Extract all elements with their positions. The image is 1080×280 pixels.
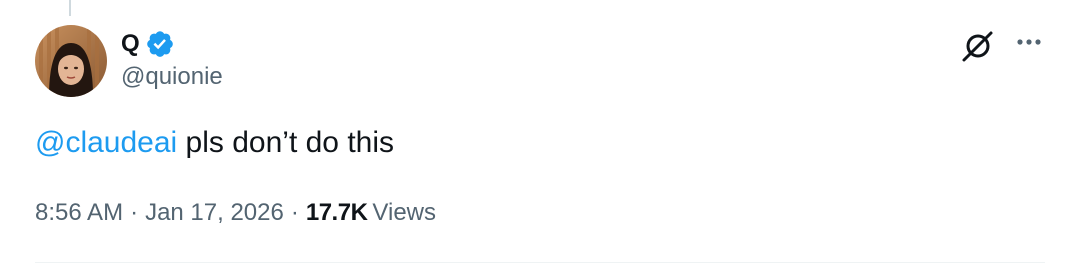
more-horizontal-icon	[1017, 39, 1041, 45]
verified-badge-icon[interactable]	[145, 29, 175, 59]
mention-link[interactable]: @claudeai	[35, 126, 177, 159]
meta-separator: ·	[290, 199, 299, 226]
tweet-text: @claudeai pls don’t do this	[35, 124, 394, 162]
author-display-name[interactable]: Q	[121, 30, 140, 58]
avatar-image	[35, 25, 107, 97]
author-name-row: Q	[121, 28, 175, 60]
grok-icon[interactable]	[958, 26, 998, 66]
thread-connector-line	[69, 0, 71, 16]
avatar[interactable]	[35, 25, 107, 97]
tweet-time[interactable]: 8:56 AM	[35, 197, 123, 229]
author-handle[interactable]: @quionie	[121, 63, 223, 91]
meta-separator: ·	[130, 199, 139, 226]
divider	[35, 262, 1045, 263]
views-count[interactable]: 17.7K	[306, 197, 368, 229]
tweet-meta: 8:56 AM · Jan 17, 2026 · 17.7K Views	[35, 197, 436, 229]
views-label: Views	[372, 199, 436, 226]
tweet-date[interactable]: Jan 17, 2026	[145, 197, 284, 229]
more-options-button[interactable]	[1008, 28, 1048, 60]
tweet-body-text: pls don’t do this	[177, 126, 395, 159]
